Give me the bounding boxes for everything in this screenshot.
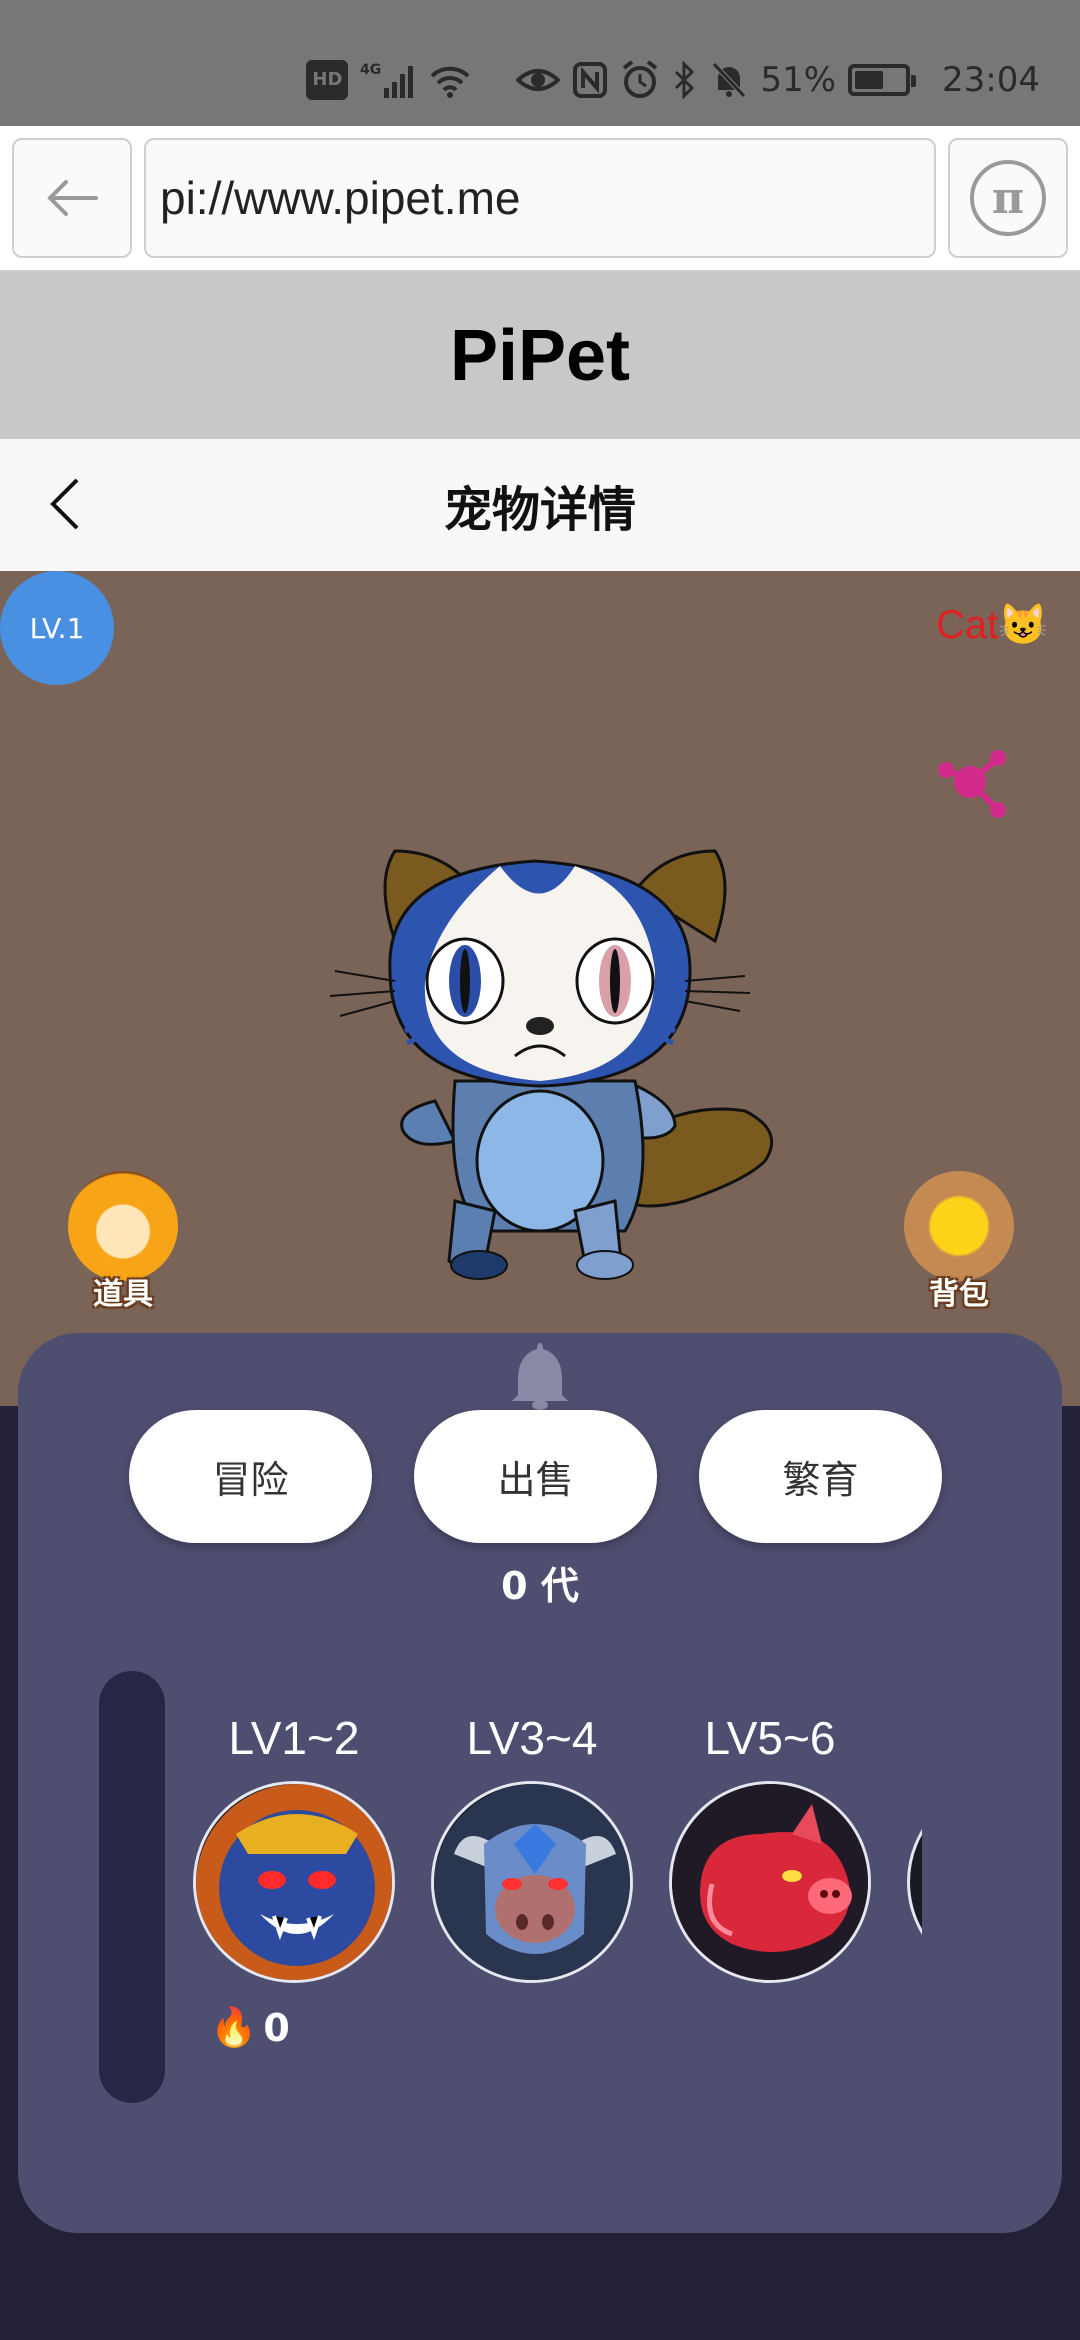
level-item-partial[interactable] (906, 1711, 922, 1983)
signal-icon: 4G (360, 60, 416, 100)
status-bar: HD 4G 51% 23:04 (0, 0, 1080, 126)
arrow-left-icon (47, 180, 98, 216)
nfc-icon (572, 60, 608, 100)
fire-icon: 🔥 (210, 2005, 258, 2049)
bull-boss-avatar[interactable] (431, 1781, 633, 1983)
browser-back-button[interactable] (12, 138, 132, 258)
mute-bell-icon (710, 60, 748, 100)
bell-icon[interactable] (510, 1341, 570, 1415)
level-badge: LV.1 (0, 571, 114, 685)
bag-label: 背包 (929, 1277, 989, 1312)
network-type-label: 4G (360, 62, 381, 78)
tiger-boss-avatar[interactable] (193, 1781, 395, 1983)
level-range-label: LV1~2 (228, 1712, 360, 1764)
nav-header: 宠物详情 (0, 439, 1080, 571)
battery-icon (848, 64, 917, 96)
props-icon (68, 1171, 178, 1281)
fire-counter: 🔥 0 (210, 2005, 290, 2050)
boss-avatar-partial[interactable] (907, 1781, 922, 1983)
bluetooth-icon (672, 60, 698, 100)
browser-bar: pi://www.pipet.me π (0, 126, 1080, 272)
level-item[interactable]: LV5~6 (668, 1711, 872, 1983)
alarm-icon (620, 60, 660, 100)
share-icon[interactable] (934, 746, 1014, 830)
app-title: PiPet (0, 272, 1080, 439)
hd-icon: HD (306, 60, 349, 100)
level-item[interactable]: LV1~2 (192, 1711, 396, 1983)
fire-count: 0 (263, 2005, 290, 2050)
pet-type-label: Cat😺 (935, 603, 1048, 647)
action-panel: 冒险 出售 繁育 0 代 LV1~2 LV3~4 LV5~6 🔥 0 (18, 1333, 1062, 2233)
bag-icon (904, 1171, 1014, 1281)
adventure-button[interactable]: 冒险 (129, 1410, 372, 1543)
boss-level-list[interactable]: LV1~2 LV3~4 LV5~6 (192, 1711, 922, 2031)
page-title: 宠物详情 (443, 482, 636, 538)
generation-label: 0 代 (501, 1564, 579, 1608)
breed-button[interactable]: 繁育 (699, 1410, 942, 1543)
sell-button[interactable]: 出售 (414, 1410, 657, 1543)
props-label: 道具 (93, 1277, 153, 1312)
pet-cat-image[interactable] (325, 781, 795, 1281)
battery-percent: 51% (760, 60, 837, 100)
level-item[interactable]: LV3~4 (430, 1711, 634, 1983)
props-button[interactable]: 道具 (60, 1171, 186, 1313)
bag-button[interactable]: 背包 (896, 1171, 1022, 1313)
url-field[interactable]: pi://www.pipet.me (144, 138, 936, 258)
vertical-scrollbar[interactable] (99, 1671, 165, 2103)
pet-stage: LV.1 Cat😺 道具 背包 (0, 571, 1080, 1406)
boar-boss-avatar[interactable] (669, 1781, 871, 1983)
eye-icon (516, 60, 561, 100)
level-range-label: LV5~6 (704, 1712, 836, 1764)
pi-logo-icon: π (970, 160, 1046, 236)
clock: 23:04 (942, 60, 1040, 100)
pi-browser-button[interactable]: π (948, 138, 1068, 258)
level-range-label: LV3~4 (466, 1712, 598, 1764)
wifi-icon (428, 60, 472, 100)
